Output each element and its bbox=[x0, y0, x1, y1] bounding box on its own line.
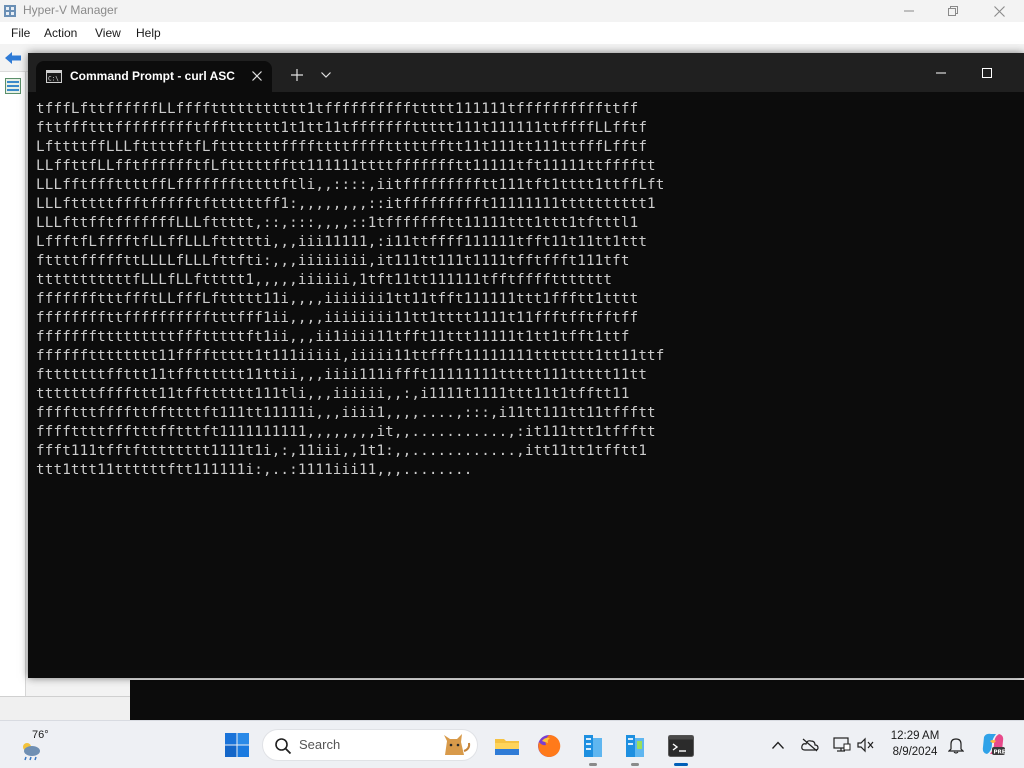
terminal-line: tfffLfttffffffLLffffttttttttttt1tfffffff… bbox=[36, 101, 639, 117]
cloud-offline-icon bbox=[801, 738, 819, 752]
menu-help[interactable]: Help bbox=[136, 26, 161, 40]
chevron-down-icon bbox=[321, 72, 331, 78]
menu-action[interactable]: Action bbox=[44, 26, 77, 40]
taskbar-hyperv-app-2[interactable] bbox=[618, 729, 652, 766]
hyperv-titlebar: Hyper-V Manager bbox=[0, 0, 1024, 22]
minimize-icon bbox=[936, 72, 946, 73]
weather-temperature: 76° bbox=[32, 729, 49, 741]
partly-cloudy-rain-icon bbox=[23, 743, 40, 761]
new-tab-button[interactable] bbox=[286, 64, 308, 86]
hyperv-status-strip bbox=[0, 696, 130, 720]
server-icon bbox=[584, 735, 602, 757]
taskbar-file-explorer[interactable] bbox=[490, 729, 524, 763]
weather-widget[interactable]: 76° bbox=[16, 729, 56, 763]
terminal-line: tttttttffffttt11tfftttttt111tli,,,iiiiii… bbox=[36, 386, 630, 402]
terminal-line: fffftttffffttffttttft111tt11111i,,,iiii1… bbox=[36, 405, 656, 421]
clock-time: 12:29 AM bbox=[890, 730, 940, 742]
new-tab-dropdown-button[interactable] bbox=[316, 65, 336, 85]
terminal-line: LfttttffLLLfttttftfLftttttttffffttttffff… bbox=[36, 139, 648, 155]
firefox-icon bbox=[538, 734, 561, 757]
hyperv-window-title: Hyper-V Manager bbox=[23, 3, 118, 17]
terminal-line: LLffttfLLfftfffffftfLftttttfftt111111ttt… bbox=[36, 158, 656, 174]
terminal-tabbar: C:\ Command Prompt - curl ASC bbox=[28, 53, 1024, 92]
tray-network[interactable] bbox=[832, 735, 852, 755]
terminal-line: ffffffftttttttttffftttttft1ii,,,ii1iiii1… bbox=[36, 329, 630, 345]
show-hidden-icons-button[interactable] bbox=[768, 735, 788, 755]
notifications-button[interactable] bbox=[946, 735, 966, 755]
taskbar-firefox[interactable] bbox=[532, 729, 566, 763]
terminal-output[interactable]: tfffLfttffffffLLffffttttttttttt1tfffffff… bbox=[36, 100, 1016, 670]
hyperv-menubar: File Action View Help bbox=[0, 22, 1024, 44]
terminal-maximize-button[interactable] bbox=[964, 53, 1010, 92]
menu-view[interactable]: View bbox=[95, 26, 121, 40]
running-indicator bbox=[589, 763, 597, 766]
server-icon bbox=[626, 735, 644, 757]
terminal-line: fttffftttffffffffftffftttttt1t1tt11tffff… bbox=[36, 120, 648, 136]
terminal-line: LLLftttttffftffffftfttttttff1:,,,,,,,,::… bbox=[36, 196, 656, 212]
background-dark-region bbox=[130, 680, 1024, 720]
terminal-line: LLLfttfftfffffffLLLfttttt,::,:::,,,,::1t… bbox=[36, 215, 639, 231]
terminal-line: LLLfftfffttttffLffffffftttttftli,,::::,i… bbox=[36, 177, 665, 193]
back-arrow-icon[interactable] bbox=[4, 50, 22, 66]
terminal-line: fffffftttttttt11ffffttttt1t111iiiii,iiii… bbox=[36, 348, 665, 364]
plus-icon bbox=[291, 69, 303, 81]
terminal-line: LffftfLfffftfLLffLLLfttttti,,,iii11111,:… bbox=[36, 234, 648, 250]
terminal-line: ffffffftttffftLLfffLfttttt11i,,,,iiiiiii… bbox=[36, 291, 639, 307]
hyperv-tree-pane bbox=[0, 72, 26, 696]
terminal-line: ffffffffttfffffffffftttfff1ii,,,,iiiiiii… bbox=[36, 310, 639, 326]
terminal-line: tttttttttttfLLLfLLfttttt1,,,,,iiiiii,1tf… bbox=[36, 272, 613, 288]
restore-icon bbox=[948, 6, 958, 16]
hyperv-close-button[interactable] bbox=[976, 0, 1022, 22]
copilot-button[interactable]: PRE bbox=[980, 731, 1006, 757]
close-icon bbox=[993, 5, 1005, 17]
terminal-line: ffft111tfftftttttttt1111t1i,:,11iii,,1t1… bbox=[36, 443, 648, 459]
hyperv-app-icon bbox=[4, 5, 16, 17]
terminal-line: ftttttttffttt11tfftttttt11ttii,,,iiii111… bbox=[36, 367, 648, 383]
hyperv-console-icon[interactable] bbox=[5, 78, 21, 94]
command-prompt-icon: C:\ bbox=[46, 70, 62, 83]
bell-icon bbox=[948, 738, 964, 754]
taskbar-clock[interactable]: 12:29 AM 8/9/2024 bbox=[882, 728, 948, 760]
active-indicator bbox=[674, 763, 688, 766]
terminal-minimize-button[interactable] bbox=[918, 53, 964, 92]
folder-icon bbox=[495, 739, 519, 755]
svg-text:PRE: PRE bbox=[994, 750, 1006, 756]
windows-start-icon[interactable] bbox=[224, 732, 250, 758]
terminal-line: ffffttttffftttfftttft1111111111,,,,,,,,i… bbox=[36, 424, 656, 440]
terminal-tab-active[interactable]: C:\ Command Prompt - curl ASC bbox=[36, 61, 272, 92]
terminal-icon bbox=[668, 735, 694, 757]
taskbar: 76° Search 12:29 AM 8/9/2024 PRE bbox=[0, 720, 1024, 768]
svg-text:C:\: C:\ bbox=[48, 76, 59, 83]
search-placeholder: Search bbox=[299, 737, 341, 752]
taskbar-terminal[interactable] bbox=[664, 729, 698, 766]
hyperv-minimize-button[interactable] bbox=[886, 0, 932, 22]
command-prompt-window: C:\ Command Prompt - curl ASC tfffLfttff… bbox=[28, 53, 1024, 678]
search-icon bbox=[275, 738, 292, 755]
menu-file[interactable]: File bbox=[11, 26, 30, 40]
close-icon bbox=[252, 71, 262, 81]
tray-volume[interactable] bbox=[856, 735, 876, 755]
speaker-muted-icon bbox=[857, 737, 874, 753]
maximize-icon bbox=[982, 67, 992, 78]
tray-onedrive[interactable] bbox=[800, 735, 820, 755]
terminal-line: fttttfffffttLLLLfLLLfttfti:,,,iiiiiiii,i… bbox=[36, 253, 630, 269]
terminal-tab-title: Command Prompt - curl ASC bbox=[70, 69, 235, 83]
search-highlight-cat-icon bbox=[444, 734, 471, 755]
network-monitor-icon bbox=[833, 737, 851, 752]
tab-close-button[interactable] bbox=[248, 67, 266, 85]
clock-date: 8/9/2024 bbox=[892, 746, 938, 758]
taskbar-search-box[interactable]: Search bbox=[262, 729, 478, 761]
chevron-up-icon bbox=[772, 741, 784, 749]
terminal-line: ttt1ttt11ttttttftt111111i:,..:1111iii11,… bbox=[36, 462, 473, 478]
copilot-icon: PRE bbox=[982, 733, 1006, 756]
hyperv-restore-button[interactable] bbox=[930, 0, 976, 22]
running-indicator bbox=[631, 763, 639, 766]
minimize-icon bbox=[904, 10, 914, 12]
taskbar-hyperv-app-1[interactable] bbox=[576, 729, 610, 766]
